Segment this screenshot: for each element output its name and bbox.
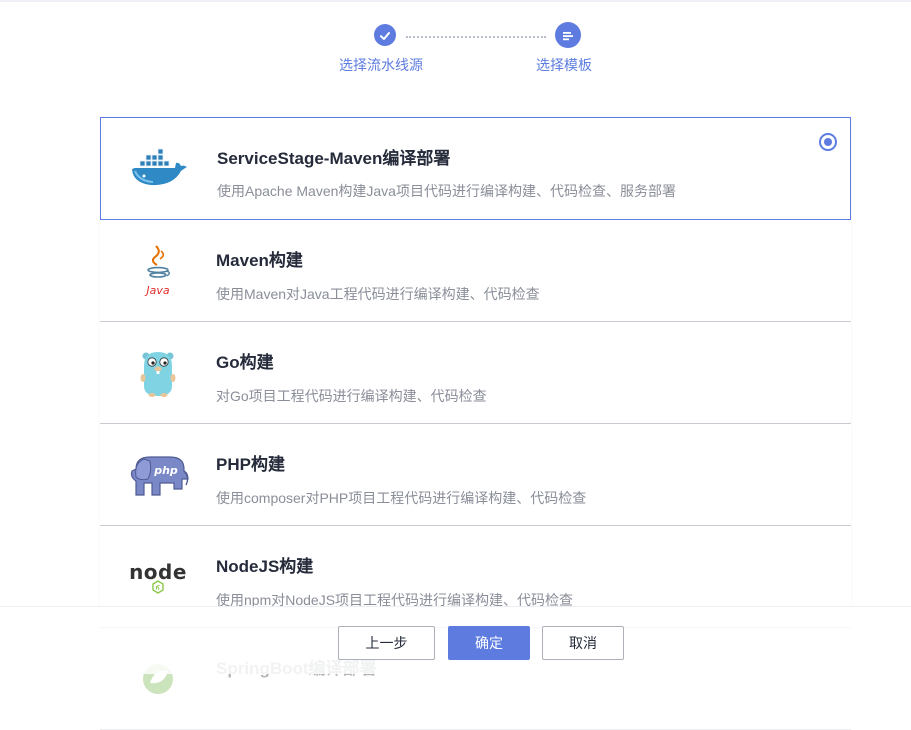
step-label-template: 选择模板 <box>536 57 592 73</box>
stepper: 选择流水线源 选择模板 <box>0 0 911 90</box>
php-logo-text: php <box>153 464 178 477</box>
template-title: PHP构建 <box>216 455 285 474</box>
step-done-indicator <box>374 24 396 46</box>
step-label-source[interactable]: 选择流水线源 <box>339 55 423 75</box>
previous-step-button[interactable]: 上一步 <box>338 626 435 660</box>
template-description: 对Go项目工程代码进行编译构建、代码检查 <box>216 388 487 404</box>
list-icon <box>562 29 574 41</box>
cancel-button[interactable]: 取消 <box>542 626 624 660</box>
go-gopher-logo <box>126 344 190 402</box>
docker-whale-logo <box>127 140 191 198</box>
template-title: ServiceStage-Maven编译部署 <box>217 149 451 168</box>
template-description: 使用Apache Maven构建Java项目代码进行编译构建、代码检查、服务部署 <box>217 183 676 199</box>
footer-bar: 上一步 确定 取消 <box>0 606 911 674</box>
template-description: 使用Maven对Java工程代码进行编译构建、代码检查 <box>216 286 540 302</box>
nodejs-logo: node <box>126 548 190 606</box>
php-elephant-logo: php <box>126 446 190 504</box>
step-connector <box>406 36 546 38</box>
confirm-button[interactable]: 确定 <box>448 626 530 660</box>
check-icon <box>379 29 391 41</box>
template-card-maven[interactable]: Java Maven构建 使用Maven对Java工程代码进行编译构建、代码检查 <box>100 220 851 322</box>
step-active-indicator <box>555 22 581 48</box>
radio-selected[interactable] <box>819 133 837 151</box>
template-card-go[interactable]: Go构建 对Go项目工程代码进行编译构建、代码检查 <box>100 322 851 424</box>
template-card-php[interactable]: php PHP构建 使用composer对PHP项目工程代码进行编译构建、代码检… <box>100 424 851 526</box>
java-logo: Java <box>126 242 190 300</box>
template-description: 使用composer对PHP项目工程代码进行编译构建、代码检查 <box>216 490 587 506</box>
template-card-servicestage[interactable]: ServiceStage-Maven编译部署 使用Apache Maven构建J… <box>100 117 851 220</box>
template-title: Go构建 <box>216 353 274 372</box>
java-logo-text: Java <box>144 284 169 297</box>
template-title: Maven构建 <box>216 251 303 270</box>
template-title: NodeJS构建 <box>216 557 314 576</box>
